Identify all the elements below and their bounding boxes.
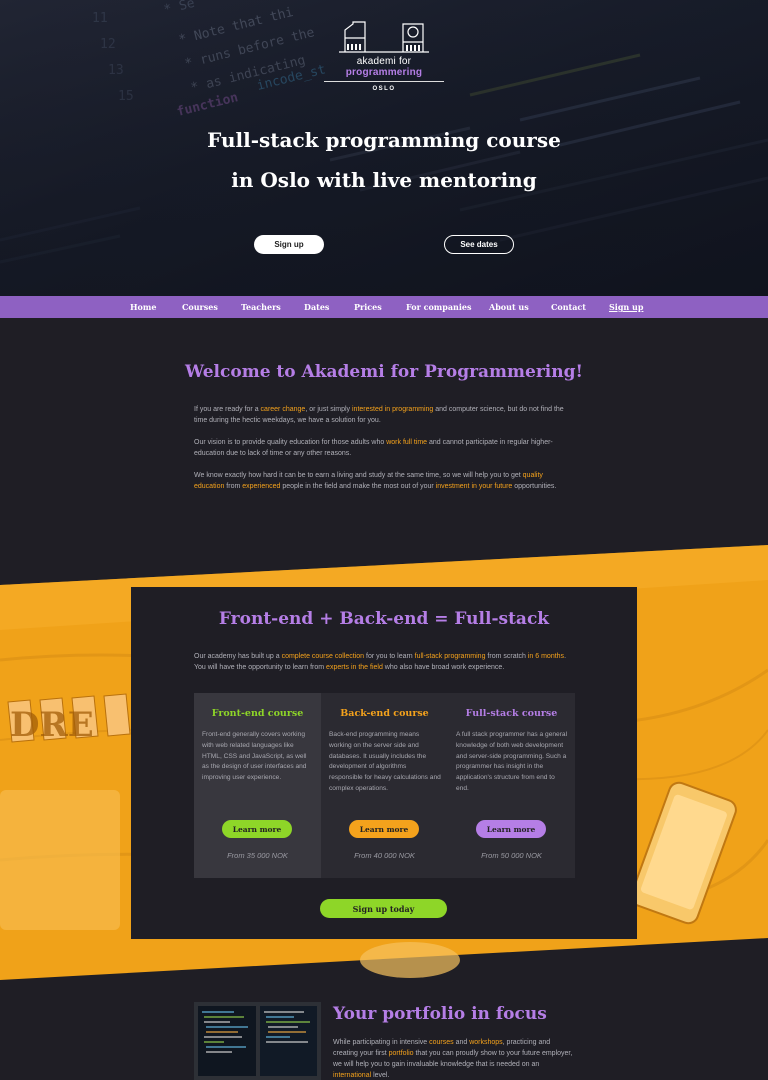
nav-prices[interactable]: Prices — [354, 302, 382, 312]
full-stack-learn-more-button[interactable]: Learn more — [476, 820, 546, 838]
fullstack-card: Front-end + Back-end = Full-stack Our ac… — [131, 587, 637, 939]
nav-courses[interactable]: Courses — [182, 302, 218, 312]
nav-for-companies[interactable]: For companies — [406, 302, 471, 312]
hero-see-dates-button[interactable]: See dates — [444, 235, 514, 254]
text-segment: If you are ready for a — [194, 406, 261, 413]
svg-text:DRE: DRE — [10, 705, 94, 745]
text-segment: for you to learn — [364, 653, 415, 660]
text-segment: and — [453, 1039, 470, 1046]
course-title: Full-stack course — [465, 708, 558, 719]
course-description: A full stack programmer has a general kn… — [456, 731, 568, 792]
highlighted-text: courses — [429, 1039, 454, 1046]
logo-divider — [324, 81, 444, 82]
building-logo-icon — [339, 21, 429, 53]
welcome-heading: Welcome to Akademi for Programmering! — [185, 362, 583, 382]
highlighted-text: career change — [260, 406, 306, 413]
nav-teachers[interactable]: Teachers — [241, 302, 281, 312]
sign-up-today-button[interactable]: Sign up today — [320, 899, 447, 918]
academy-logo[interactable]: akademi for programmering OSLO — [320, 18, 448, 92]
course-card-front-end: Front-end course Front-end generally cov… — [194, 693, 321, 878]
text-segment: from scratch — [485, 653, 528, 660]
nav-dates[interactable]: Dates — [304, 302, 329, 312]
course-description: Front-end generally covers working with … — [202, 731, 307, 782]
highlighted-text: portfolio — [388, 1050, 414, 1057]
hero-title-line2: in Oslo with live mentoring — [231, 168, 537, 192]
nav-about-us[interactable]: About us — [489, 302, 529, 312]
text-segment: Our vision is to provide quality educati… — [194, 439, 387, 446]
welcome-paragraph-1: If you are ready for a career change, or… — [194, 404, 574, 426]
highlighted-text: workshops — [469, 1039, 503, 1046]
course-price: From 40 000 NOK — [354, 851, 415, 860]
course-price: From 50 000 NOK — [481, 851, 542, 860]
highlighted-text: in 6 months — [527, 653, 565, 660]
course-card-full-stack: Full-stack course A full stack programme… — [448, 693, 575, 878]
text-segment: level. — [371, 1072, 390, 1079]
hero-title-line1: Full-stack programming course — [207, 128, 561, 152]
fullstack-heading: Front-end + Back-end = Full-stack — [218, 609, 550, 629]
nav-home[interactable]: Home — [130, 302, 156, 312]
back-end-learn-more-button[interactable]: Learn more — [349, 820, 419, 838]
highlighted-text: experts in the field — [326, 664, 383, 671]
logo-accent: programmering — [345, 67, 423, 78]
main-navigation: Home Courses Teachers Dates Prices For c… — [0, 296, 768, 318]
text-segment: who also have broad work experience. — [382, 664, 505, 671]
nav-sign-up[interactable]: Sign up — [609, 302, 643, 312]
highlighted-text: international — [333, 1072, 372, 1079]
logo-city: OSLO — [372, 86, 396, 92]
text-segment: , or just simply — [305, 406, 352, 413]
highlighted-text: experienced — [242, 483, 281, 490]
logo-wordmark: akademi for programmering — [320, 56, 448, 78]
highlighted-text: complete course collection — [281, 653, 365, 660]
text-segment: We know exactly how hard it can be to ea… — [194, 472, 523, 479]
course-title: Front-end course — [211, 708, 304, 719]
course-price: From 35 000 NOK — [227, 851, 288, 860]
course-description: Back-end programming means working on th… — [329, 731, 441, 792]
portfolio-heading: Your portfolio in focus — [333, 1004, 547, 1024]
portfolio-laptop-image — [194, 1002, 321, 1080]
highlighted-text: investment in your future — [435, 483, 513, 490]
welcome-paragraph-2: Our vision is to provide quality educati… — [194, 437, 574, 459]
highlighted-text: work full time — [386, 439, 428, 446]
nav-contact[interactable]: Contact — [551, 302, 586, 312]
course-card-back-end: Back-end course Back-end programming mea… — [321, 693, 448, 878]
text-segment: Our academy has built up a — [194, 653, 282, 660]
code-screen-image — [194, 1002, 321, 1080]
highlighted-text: full-stack programming — [414, 653, 486, 660]
text-segment: While participating in intensive — [333, 1039, 430, 1046]
portfolio-paragraph: While participating in intensive courses… — [333, 1037, 573, 1080]
text-segment: opportunities. — [512, 483, 557, 490]
logo-prefix: akademi for — [356, 56, 412, 67]
fullstack-intro: Our academy has built up a complete cour… — [194, 651, 574, 673]
highlighted-text: interested in programming — [352, 406, 434, 413]
course-title: Back-end course — [340, 708, 429, 719]
hero-sign-up-button[interactable]: Sign up — [254, 235, 324, 254]
front-end-learn-more-button[interactable]: Learn more — [222, 820, 292, 838]
text-segment: people in the field and make the most ou… — [280, 483, 436, 490]
text-segment: from — [224, 483, 243, 490]
hero-section: 11 12 13 15 * Se * Note that thi * runs … — [0, 0, 768, 296]
welcome-paragraph-3: We know exactly how hard it can be to ea… — [194, 470, 574, 492]
